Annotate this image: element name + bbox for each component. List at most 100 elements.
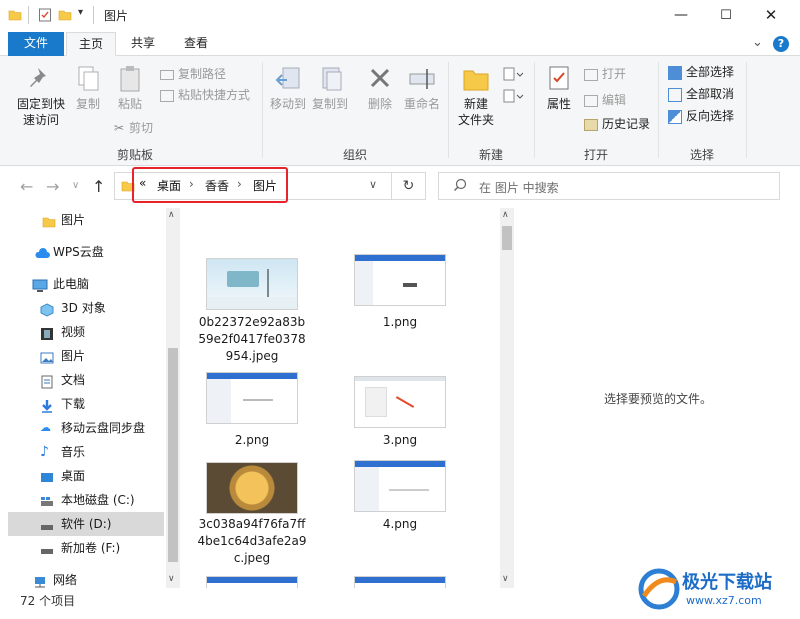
forward-button[interactable]: →: [46, 177, 59, 196]
edit-button[interactable]: 编辑: [584, 90, 626, 110]
nav-scrollbar[interactable]: ∧ ∨: [166, 208, 180, 588]
pin-to-quick-access-button[interactable]: 固定到快 速访问: [12, 64, 70, 128]
nav-scrollbar-thumb[interactable]: [168, 348, 178, 562]
content-scrollbar[interactable]: ∧ ∨: [500, 208, 514, 588]
help-button[interactable]: ?: [773, 36, 789, 52]
nav-item-desktop[interactable]: 桌面: [8, 464, 164, 488]
scroll-up-arrow[interactable]: ∧: [502, 210, 509, 220]
new-item-icon[interactable]: [502, 66, 524, 85]
easy-access-icon[interactable]: [502, 88, 524, 107]
scroll-down-arrow[interactable]: ∨: [168, 574, 175, 584]
select-all-icon: [668, 65, 682, 80]
nav-item-label: 软件 (D:): [61, 517, 112, 531]
properties-button[interactable]: 属性: [540, 64, 578, 112]
customize-quick-access-dropdown[interactable]: ▾: [78, 7, 83, 18]
move-to-icon: [275, 67, 300, 89]
new-folder-quick-icon[interactable]: [58, 8, 72, 22]
nav-item-mobile-cloud-sync[interactable]: ☁ 移动云盘同步盘: [8, 416, 164, 440]
nav-item-3d-objects[interactable]: 3D 对象: [8, 296, 164, 320]
new-folder-label-line2: 文件夹: [457, 113, 494, 127]
search-icon: [453, 178, 467, 195]
recent-locations-button[interactable]: ∨: [72, 180, 79, 191]
address-dropdown-button[interactable]: ∨: [369, 178, 377, 191]
select-all-button[interactable]: 全部选择: [668, 62, 734, 82]
open-button[interactable]: 打开: [584, 64, 626, 84]
invert-selection-button[interactable]: 反向选择: [668, 106, 734, 126]
file-name: 0b22372e92a83b59e2f0417fe0378954.jpeg: [198, 315, 306, 363]
content-scrollbar-thumb[interactable]: [502, 226, 512, 250]
paste-shortcut-icon: [160, 89, 174, 102]
nav-item-drive-d[interactable]: 软件 (D:): [8, 512, 164, 536]
nav-item-this-pc[interactable]: 此电脑: [8, 272, 164, 296]
file-thumbnail-screenshot: [354, 376, 446, 428]
refresh-button[interactable]: ↻: [392, 172, 426, 200]
nav-item-videos[interactable]: 视频: [8, 320, 164, 344]
tab-view[interactable]: 查看: [170, 32, 222, 56]
nav-item-drive-c[interactable]: 本地磁盘 (C:): [8, 488, 164, 512]
select-all-label: 全部选择: [686, 65, 735, 79]
search-box[interactable]: 在 图片 中搜索: [438, 172, 780, 200]
copy-icon: [78, 66, 99, 91]
paste-button[interactable]: 粘贴: [112, 64, 148, 112]
properties-label: 属性: [546, 97, 571, 111]
delete-button[interactable]: 删除: [360, 64, 400, 112]
nav-item-label: 3D 对象: [61, 301, 106, 315]
paste-label: 粘贴: [117, 97, 142, 111]
minimize-button[interactable]: —: [658, 0, 704, 30]
properties-quick-icon[interactable]: [38, 8, 52, 22]
nav-item-documents[interactable]: 文档: [8, 368, 164, 392]
watermark-brand: 极光下载站: [682, 572, 772, 593]
nav-item-label: 移动云盘同步盘: [61, 421, 146, 435]
history-button[interactable]: 历史记录: [584, 114, 650, 134]
properties-icon: [549, 66, 569, 90]
file-name: 4.png: [382, 517, 418, 531]
open-icon: [584, 68, 598, 81]
nav-item-downloads[interactable]: 下载: [8, 392, 164, 416]
nav-item-music[interactable]: ♪ 音乐: [8, 440, 164, 464]
tab-home[interactable]: 主页: [66, 32, 116, 56]
scroll-down-arrow[interactable]: ∨: [502, 574, 509, 584]
network-icon: [32, 573, 46, 588]
nav-item-label: 文档: [61, 373, 86, 387]
file-thumbnail-screenshot[interactable]: [206, 576, 298, 588]
drive-icon: [40, 517, 54, 531]
copy-button[interactable]: 复制: [70, 64, 106, 112]
file-name: 2.png: [234, 433, 270, 447]
back-button[interactable]: ←: [20, 177, 33, 196]
nav-item-pictures-quick[interactable]: 图片: [8, 208, 164, 232]
scissors-icon: ✂: [114, 121, 125, 135]
scroll-up-arrow[interactable]: ∧: [168, 210, 175, 220]
history-label: 历史记录: [602, 117, 651, 131]
move-to-button[interactable]: 移动到: [268, 64, 308, 112]
up-button[interactable]: ↑: [92, 177, 105, 196]
new-folder-button[interactable]: 新建 文件夹: [454, 64, 498, 128]
select-none-icon: [668, 87, 682, 102]
select-none-button[interactable]: 全部取消: [668, 84, 734, 104]
file-thumbnail-screenshot[interactable]: [354, 576, 446, 588]
group-select-label: 选择: [689, 148, 714, 162]
file-thumbnail-flower: [206, 462, 298, 514]
file-thumbnail-winter: [206, 258, 298, 310]
nav-item-wps-cloud[interactable]: WPS云盘: [8, 240, 164, 264]
close-button[interactable]: ✕: [748, 0, 794, 30]
rename-button[interactable]: 重命名: [402, 64, 442, 112]
cloud-sync-icon: ☁: [40, 421, 51, 434]
maximize-button[interactable]: ☐: [703, 0, 749, 30]
cut-label: 剪切: [129, 121, 154, 135]
rename-label: 重命名: [403, 97, 440, 111]
nav-item-drive-f[interactable]: 新加卷 (F:): [8, 536, 164, 560]
tab-share[interactable]: 共享: [118, 32, 168, 56]
copy-to-button[interactable]: 复制到: [310, 64, 350, 112]
nav-item-pictures[interactable]: 图片: [8, 344, 164, 368]
nav-item-label: 图片: [61, 213, 86, 227]
select-none-label: 全部取消: [686, 87, 735, 101]
cut-button[interactable]: ✂ 剪切: [114, 118, 153, 138]
collapse-ribbon-button[interactable]: ⌄: [752, 35, 763, 50]
copy-path-button[interactable]: 复制路径: [160, 64, 226, 84]
ribbon: 固定到快 速访问 复制 粘贴 复制路径 粘贴快捷方式 ✂ 剪切 剪贴板 移动到 复…: [0, 56, 800, 166]
search-placeholder: 在 图片 中搜索: [479, 181, 559, 195]
copy-to-label: 复制到: [311, 97, 348, 111]
paste-shortcut-button[interactable]: 粘贴快捷方式: [160, 85, 250, 105]
tab-file[interactable]: 文件: [8, 32, 64, 56]
nav-item-label: 视频: [61, 325, 86, 339]
